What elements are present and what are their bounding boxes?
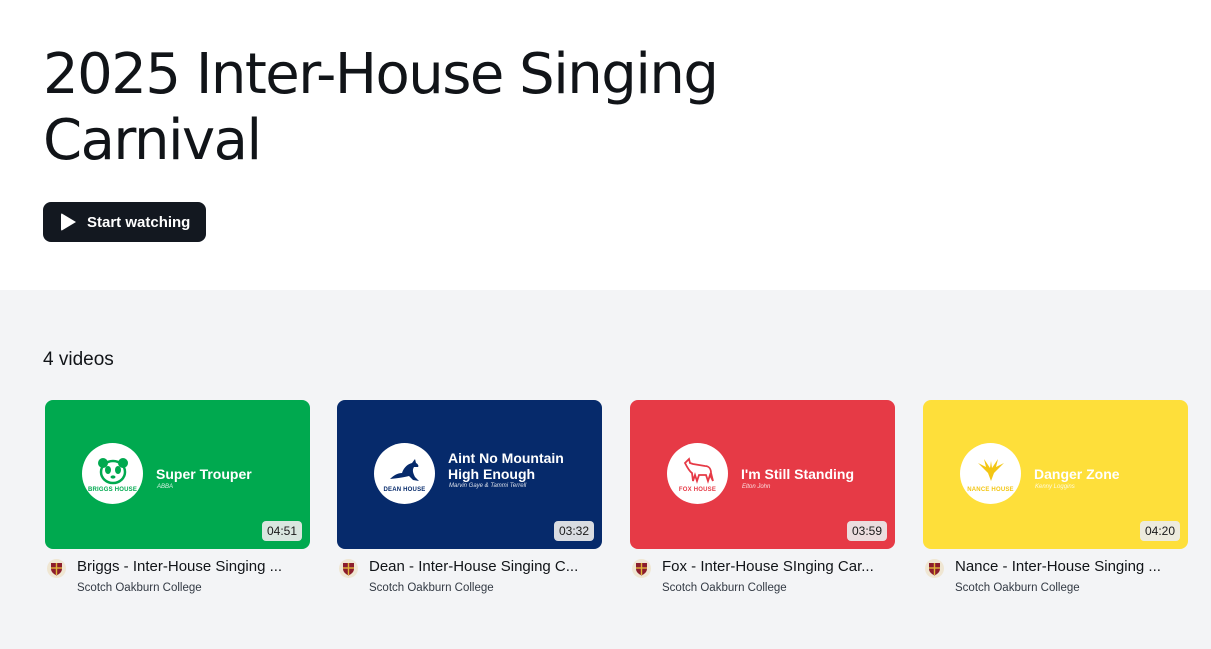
song-title: I'm Still Standing [741,466,854,482]
channel-name[interactable]: Scotch Oakburn College [369,582,494,594]
channel-name[interactable]: Scotch Oakburn College [77,582,202,594]
channel-avatar[interactable] [925,559,944,578]
school-crest-icon [929,562,940,575]
school-crest-icon [343,562,354,575]
play-icon [61,213,76,231]
song-artist: Elton John [742,484,771,490]
video-title[interactable]: Briggs - Inter-House Singing ... [77,558,302,575]
song-artist: Marvin Gaye & Tammi Terrell [449,483,527,489]
duration-badge: 04:51 [261,521,302,541]
video-title[interactable]: Nance - Inter-House Singing ... [955,558,1180,575]
song-title: Danger Zone [1034,466,1120,482]
hero-section: 2025 Inter-House Singing Carnival Start … [0,0,1211,290]
channel-avatar[interactable] [632,559,651,578]
video-thumbnail[interactable]: DEAN HOUSE Aint No Mountain High Enough … [337,400,602,549]
video-thumbnail[interactable]: NANCE HOUSE Danger Zone Kenny Loggins 04… [923,400,1188,549]
video-thumbnail[interactable]: BRIGGS HOUSE Super Trouper ABBA 04:51 [45,400,310,549]
video-list-section: 4 videos BRIGGS HOUSE Super Trouper ABBA… [0,290,1211,649]
video-title[interactable]: Fox - Inter-House SInging Car... [662,558,887,575]
house-label: DEAN HOUSE [383,486,426,493]
song-artist: Kenny Loggins [1035,484,1075,490]
house-label: NANCE HOUSE [967,486,1014,493]
fox-icon [683,456,714,484]
start-watching-label: Start watching [87,213,191,231]
panda-icon [97,457,128,484]
video-card[interactable]: BRIGGS HOUSE Super Trouper ABBA 04:51 Br… [45,400,310,598]
video-card[interactable]: NANCE HOUSE Danger Zone Kenny Loggins 04… [923,400,1188,598]
house-crest: NANCE HOUSE [960,443,1021,504]
eagle-icon [977,458,1004,481]
house-label: BRIGGS HOUSE [87,486,138,493]
start-watching-button[interactable]: Start watching [43,202,206,242]
video-card[interactable]: FOX HOUSE I'm Still Standing Elton John … [630,400,895,598]
channel-avatar[interactable] [47,559,66,578]
channel-avatar[interactable] [339,559,358,578]
duration-badge: 04:20 [1139,521,1180,541]
duration-badge: 03:59 [846,521,887,541]
house-crest: DEAN HOUSE [374,443,435,504]
channel-name[interactable]: Scotch Oakburn College [955,582,1080,594]
house-crest: BRIGGS HOUSE [82,443,143,504]
video-card[interactable]: DEAN HOUSE Aint No Mountain High Enough … [337,400,602,598]
page-title: 2025 Inter-House Singing Carnival [43,42,719,173]
channel-name[interactable]: Scotch Oakburn College [662,582,787,594]
song-title: Aint No Mountain High Enough [448,450,564,482]
video-title[interactable]: Dean - Inter-House Singing C... [369,558,594,575]
duration-badge: 03:32 [553,521,594,541]
kangaroo-icon [389,458,419,481]
video-count: 4 videos [43,349,114,370]
song-title: Super Trouper [156,466,252,482]
school-crest-icon [636,562,647,575]
video-thumbnail[interactable]: FOX HOUSE I'm Still Standing Elton John … [630,400,895,549]
house-crest: FOX HOUSE [667,443,728,504]
school-crest-icon [51,562,62,575]
house-label: FOX HOUSE [678,486,717,493]
song-artist: ABBA [157,484,174,490]
